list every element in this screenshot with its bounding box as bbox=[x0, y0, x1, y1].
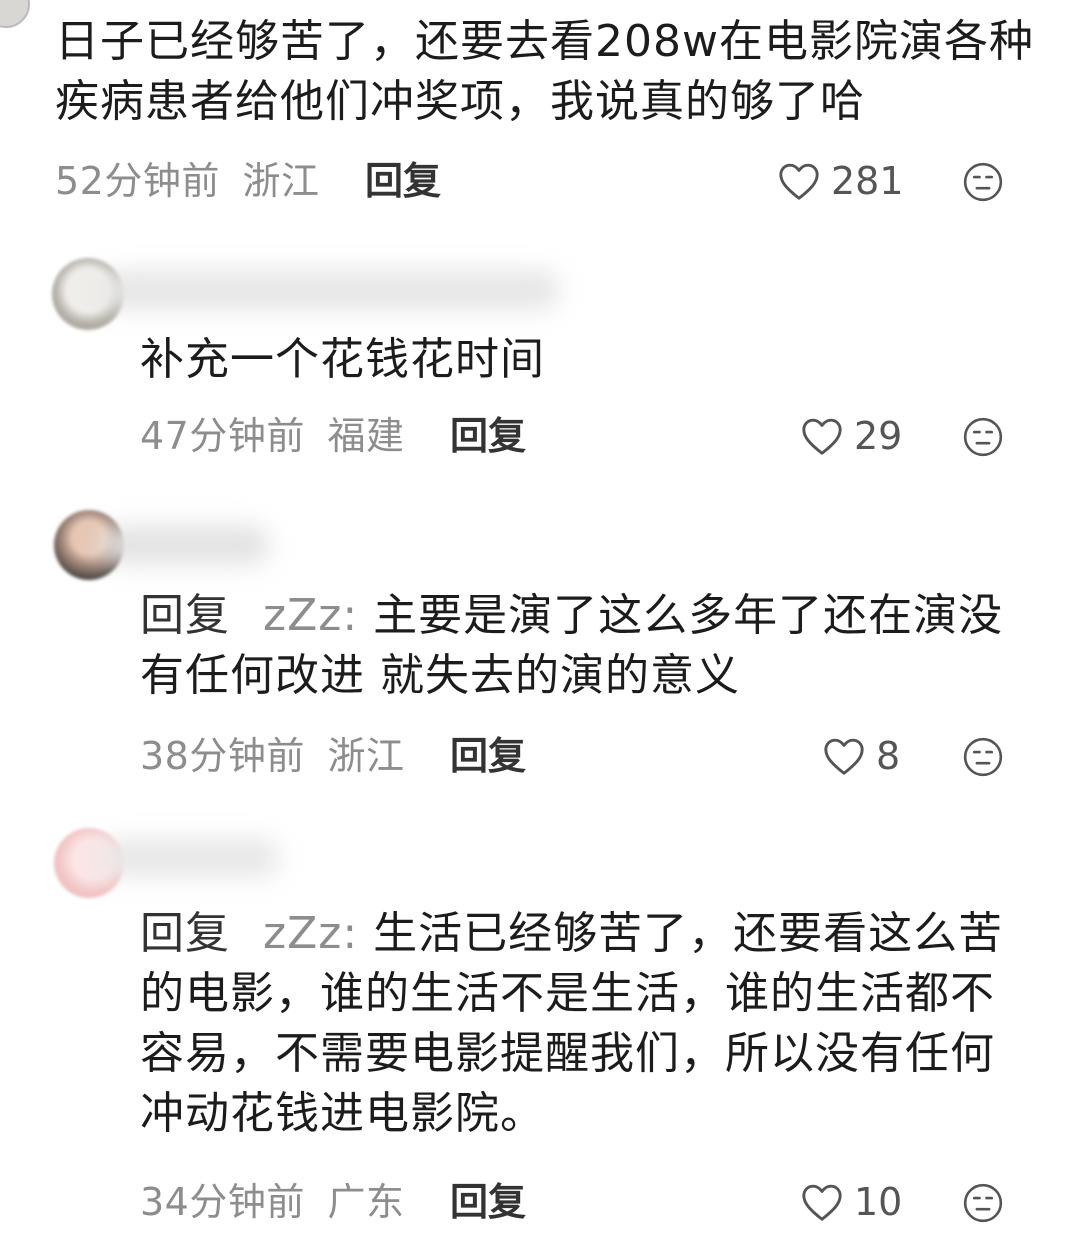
comment-time: 52分钟前 bbox=[55, 159, 220, 203]
reply-to-user[interactable]: zZz bbox=[263, 908, 342, 959]
reply-prefix: 回复 bbox=[140, 908, 230, 959]
comment-4-text: 回复 zZz: 生活已经够苦了，还要看这么苦的电影，谁的生活不是生活，谁的生活都… bbox=[140, 904, 1020, 1144]
heart-outline-icon bbox=[779, 163, 819, 200]
like-count: 10 bbox=[854, 1180, 903, 1224]
dislike-face-icon[interactable] bbox=[962, 736, 1004, 778]
comment-time: 38分钟前 bbox=[140, 734, 305, 778]
heart-outline-icon bbox=[802, 1184, 842, 1221]
reply-prefix: 回复 bbox=[140, 590, 230, 641]
reply-button[interactable]: 回复 bbox=[450, 734, 526, 778]
dislike-face-icon[interactable] bbox=[962, 416, 1004, 458]
avatar-partial[interactable] bbox=[0, 0, 30, 28]
comment-2-meta: 47分钟前 福建 bbox=[140, 414, 404, 458]
comment-1-text: 日子已经够苦了，还要去看208w在电影院演各种疾病患者给他们冲奖项，我说真的够了… bbox=[55, 16, 1034, 127]
reply-separator: : bbox=[342, 590, 359, 641]
comment-3-text: 回复 zZz: 主要是演了这么多年了还在演没有任何改进 就失去的演的意义 bbox=[140, 586, 1020, 706]
username-blurred[interactable] bbox=[100, 270, 560, 310]
reply-button[interactable]: 回复 bbox=[450, 414, 526, 458]
reply-separator: : bbox=[342, 908, 359, 959]
comment-4-meta: 34分钟前 广东 bbox=[140, 1180, 404, 1224]
reply-button[interactable]: 回复 bbox=[365, 159, 441, 203]
heart-outline-icon bbox=[802, 418, 842, 455]
like-count: 281 bbox=[831, 159, 904, 203]
comment-time: 47分钟前 bbox=[140, 414, 305, 458]
reply-to-user[interactable]: zZz bbox=[263, 590, 342, 641]
comment-region: 广东 bbox=[327, 1180, 405, 1224]
comment-region: 福建 bbox=[327, 414, 405, 458]
comment-1-meta: 52分钟前 浙江 bbox=[55, 159, 319, 203]
comment-region: 浙江 bbox=[242, 159, 320, 203]
comment-2-text: 补充一个花钱花时间 bbox=[140, 334, 545, 385]
like-button[interactable]: 8 bbox=[822, 734, 900, 778]
like-button[interactable]: 281 bbox=[777, 159, 904, 203]
heart-outline-icon bbox=[824, 738, 864, 775]
comment-3-meta: 38分钟前 浙江 bbox=[140, 734, 404, 778]
dislike-face-icon[interactable] bbox=[962, 1182, 1004, 1224]
like-button[interactable]: 29 bbox=[800, 414, 902, 458]
comment-time: 34分钟前 bbox=[140, 1180, 305, 1224]
dislike-face-icon[interactable] bbox=[962, 161, 1004, 203]
like-button[interactable]: 10 bbox=[800, 1180, 902, 1224]
reply-button[interactable]: 回复 bbox=[450, 1180, 526, 1224]
like-count: 8 bbox=[876, 734, 901, 778]
username-blurred[interactable] bbox=[100, 838, 280, 878]
comment-region: 浙江 bbox=[327, 734, 405, 778]
like-count: 29 bbox=[854, 414, 903, 458]
username-blurred[interactable] bbox=[100, 525, 270, 565]
